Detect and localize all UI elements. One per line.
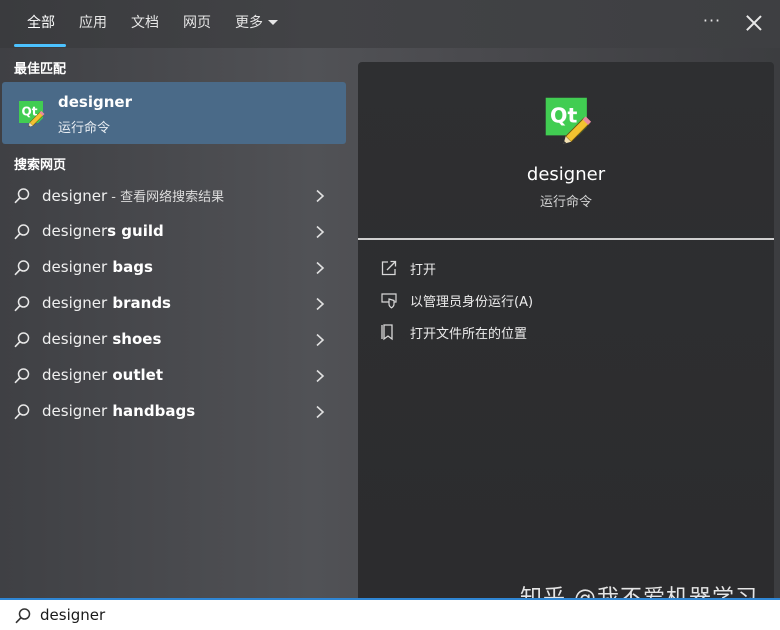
qt-designer-icon: Qt	[545, 97, 592, 144]
web-result-3[interactable]: designer brands	[2, 286, 346, 322]
result-suffix: - 查看网络搜索结果	[107, 190, 225, 205]
best-match-title: designer	[58, 93, 132, 111]
suggestion-text: shoes	[107, 330, 162, 348]
search-icon	[14, 332, 30, 348]
detail-subtitle: 运行命令	[539, 195, 592, 210]
suggestion-text: bags	[107, 258, 153, 276]
web-result-2[interactable]: designer bags	[2, 250, 346, 286]
chevron-right-icon	[316, 405, 325, 419]
best-match-item[interactable]: Qt designer 运行命令	[2, 82, 346, 144]
svg-text:Qt: Qt	[550, 104, 577, 128]
web-result-label: designer outlet	[42, 366, 163, 384]
folder-location-icon	[381, 324, 393, 341]
chevron-right-icon	[316, 297, 325, 311]
divider	[358, 238, 774, 240]
best-match-heading: 最佳匹配	[14, 62, 67, 77]
query-text: designer	[42, 366, 108, 384]
chevron-right-icon	[316, 225, 325, 239]
web-result-label: designer shoes	[42, 330, 161, 348]
web-result-5[interactable]: designer outlet	[2, 358, 346, 394]
suggestion-text: brands	[107, 294, 171, 312]
tab-more[interactable]: 更多	[235, 12, 278, 34]
suggestion-text: s guild	[107, 222, 164, 240]
open-file-location-action[interactable]: 打开文件所在的位置	[380, 320, 760, 344]
query-text: designer	[42, 294, 108, 312]
filter-tab-bar: 全部 应用 文档 网页 更多 ···	[0, 0, 780, 48]
query-text: designer	[42, 402, 108, 420]
tab-documents[interactable]: 文档	[131, 12, 159, 34]
search-bar	[0, 598, 780, 630]
open-action[interactable]: 打开	[380, 256, 760, 280]
web-result-0[interactable]: designer - 查看网络搜索结果	[2, 178, 346, 214]
query-text: designer	[42, 187, 108, 205]
suggestion-text: outlet	[107, 366, 164, 384]
run-as-admin-label: 以管理员身份运行(A)	[410, 295, 534, 310]
more-options-button[interactable]: ···	[700, 10, 724, 34]
web-result-6[interactable]: designer handbags	[2, 394, 346, 430]
tab-apps[interactable]: 应用	[79, 12, 107, 34]
web-result-label: designer handbags	[42, 402, 195, 420]
query-text: designer	[42, 222, 108, 240]
shield-icon	[381, 293, 397, 309]
qt-designer-icon: Qt	[19, 101, 45, 127]
run-as-admin-action[interactable]: 以管理员身份运行(A)	[380, 288, 760, 312]
best-match-subtitle: 运行命令	[58, 121, 111, 136]
web-result-4[interactable]: designer shoes	[2, 322, 346, 358]
search-icon	[14, 260, 30, 276]
open-file-location-label: 打开文件所在的位置	[410, 327, 528, 342]
search-icon	[14, 404, 30, 420]
tab-more-label: 更多	[235, 15, 263, 31]
chevron-right-icon	[316, 261, 325, 275]
open-label: 打开	[410, 263, 437, 278]
search-icon	[14, 188, 30, 204]
chevron-down-icon	[268, 19, 278, 25]
detail-title: designer	[526, 164, 606, 185]
search-icon	[14, 368, 30, 384]
suggestion-text: handbags	[107, 402, 196, 420]
close-icon[interactable]	[743, 12, 765, 34]
tab-all[interactable]: 全部	[27, 12, 55, 34]
web-result-label: designer brands	[42, 294, 171, 312]
web-search-heading: 搜索网页	[14, 158, 67, 173]
search-icon	[15, 608, 31, 624]
svg-text:Qt: Qt	[22, 105, 38, 119]
web-result-label: designer - 查看网络搜索结果	[42, 186, 224, 205]
web-result-1[interactable]: designers guild	[2, 214, 346, 250]
detail-panel: Qt designer 运行命令 打开 以管理员身份运行(A) 打开文件所在的位…	[358, 62, 774, 600]
search-icon	[14, 224, 30, 240]
active-tab-indicator	[14, 44, 66, 47]
chevron-right-icon	[316, 369, 325, 383]
web-result-label: designer bags	[42, 258, 153, 276]
search-input[interactable]	[40, 603, 740, 627]
open-icon	[381, 260, 397, 276]
tab-web[interactable]: 网页	[183, 12, 211, 34]
search-icon	[14, 296, 30, 312]
chevron-right-icon	[316, 333, 325, 347]
query-text: designer	[42, 258, 108, 276]
web-result-label: designers guild	[42, 222, 164, 240]
chevron-right-icon	[316, 189, 325, 203]
query-text: designer	[42, 330, 108, 348]
